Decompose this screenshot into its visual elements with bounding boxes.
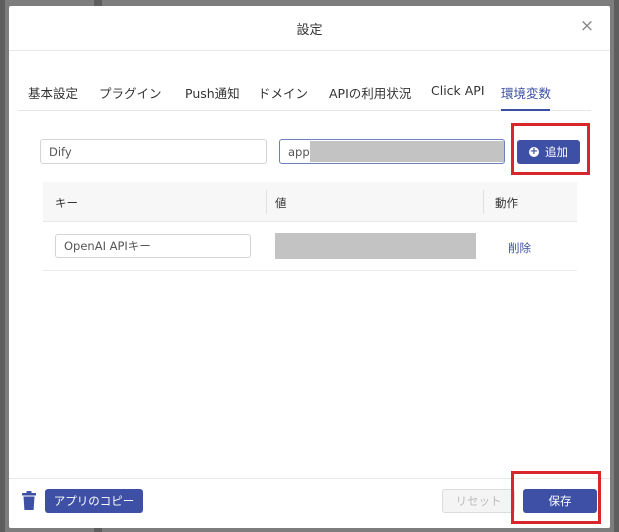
masked-value [310, 141, 504, 162]
column-header-value: 値 [275, 196, 287, 210]
table-row: OpenAI APIキー 削除 [43, 222, 577, 271]
column-header-action: 動作 [495, 196, 518, 210]
row-masked-value[interactable] [275, 233, 476, 259]
tab-basic-settings[interactable]: 基本設定 [28, 83, 78, 102]
background-edge-left [0, 0, 5, 532]
tab-environment-variables[interactable]: 環境変数 [501, 83, 551, 102]
settings-dialog: 設定 × 基本設定 プラグイン Push通知 ドメイン APIの利用状況 Cli… [9, 6, 610, 528]
dialog-title: 設定 [296, 23, 323, 38]
row-key-input[interactable]: OpenAI APIキー [55, 234, 251, 258]
tab-api-usage[interactable]: APIの利用状況 [329, 83, 411, 102]
env-value-input[interactable]: app- [279, 139, 505, 164]
tab-plugins[interactable]: プラグイン [99, 83, 162, 102]
table-header: キー 値 動作 [43, 182, 577, 222]
env-key-input-value: Dify [49, 144, 72, 159]
background-edge-right [614, 0, 619, 532]
env-key-input[interactable]: Dify [40, 139, 267, 164]
reset-button[interactable]: リセット [442, 489, 515, 513]
settings-tabs: 基本設定 プラグイン Push通知 ドメイン APIの利用状況 Click AP… [18, 70, 591, 111]
trash-icon[interactable] [21, 491, 37, 511]
tab-push-notifications[interactable]: Push通知 [185, 83, 240, 102]
row-key-value: OpenAI APIキー [64, 239, 151, 253]
reset-button-label: リセット [455, 494, 502, 508]
column-divider [483, 190, 484, 214]
copy-app-button[interactable]: アプリのコピー [45, 489, 143, 513]
active-tab-indicator [501, 109, 550, 111]
highlight-box-save [511, 471, 601, 524]
dialog-header: 設定 × [9, 6, 610, 51]
column-divider [266, 190, 267, 214]
column-header-key: キー [55, 196, 78, 210]
delete-link[interactable]: 削除 [508, 240, 531, 256]
highlight-box-add [511, 123, 590, 175]
close-icon[interactable]: × [578, 16, 596, 36]
copy-app-button-label: アプリのコピー [53, 494, 135, 508]
tab-domain[interactable]: ドメイン [258, 83, 308, 102]
tab-click-api[interactable]: Click API [431, 83, 485, 98]
